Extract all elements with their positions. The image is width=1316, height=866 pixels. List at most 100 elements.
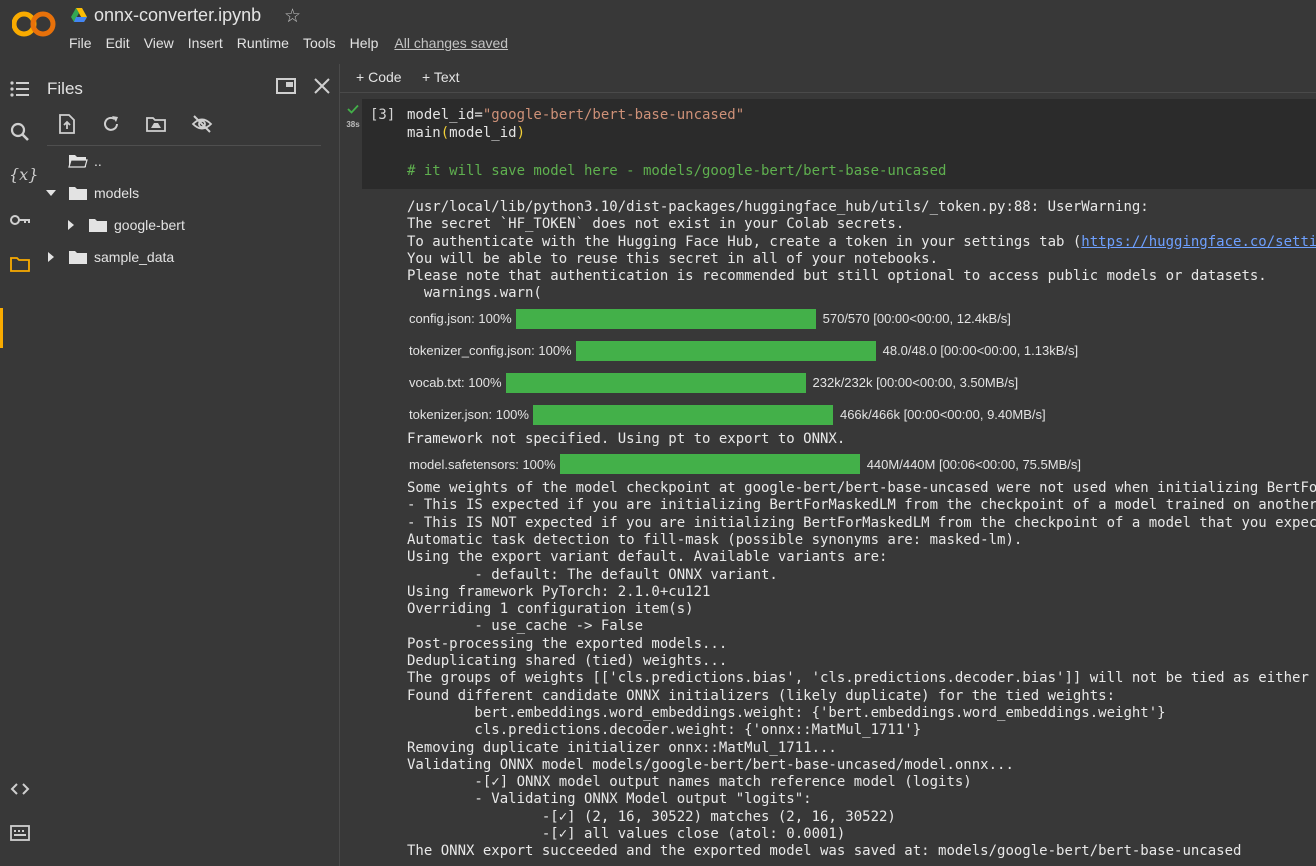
open-in-window-icon[interactable] — [275, 75, 297, 97]
tree-item-sample-data[interactable]: sample_data — [46, 246, 174, 268]
progress-row: model.safetensors: 100% 440M/440M [00:06<… — [407, 448, 1316, 480]
secrets-key-icon[interactable] — [9, 209, 31, 231]
star-icon[interactable]: ☆ — [284, 5, 301, 28]
top-header: onnx-converter.ipynb ☆ File Edit View In… — [0, 0, 1316, 64]
menu-runtime[interactable]: Runtime — [237, 35, 289, 51]
colab-logo-icon[interactable] — [12, 10, 56, 38]
folder-open-icon — [68, 155, 88, 168]
output-line: Found different candidate ONNX initializ… — [407, 687, 1116, 704]
execution-count: [3] — [370, 107, 396, 123]
files-panel-title: Files — [47, 79, 83, 98]
caret-right-icon[interactable] — [46, 252, 56, 262]
progress-label: tokenizer_config.json: 100% — [409, 343, 572, 359]
hide-hidden-files-icon[interactable] — [191, 113, 213, 135]
save-status-link[interactable]: All changes saved — [394, 35, 508, 51]
warning-block-2: You will be able to reuse this secret in… — [407, 251, 1316, 303]
left-icon-rail: {x} — [0, 64, 38, 866]
add-text-label: Text — [433, 69, 460, 85]
code-line-2: main(model_id) — [407, 125, 525, 141]
tree-item-label: google-bert — [114, 217, 185, 233]
cell-output: /usr/local/lib/python3.10/dist-packages/… — [407, 199, 1316, 866]
caret-down-icon[interactable] — [46, 188, 56, 198]
refresh-icon[interactable] — [100, 113, 122, 135]
menu-insert[interactable]: Insert — [188, 35, 223, 51]
progress-bar — [505, 372, 806, 393]
tree-item-label: .. — [94, 153, 102, 169]
tree-item-parent[interactable]: .. — [68, 150, 102, 172]
output-line: bert.embeddings.word_embeddings.weight: … — [407, 704, 1166, 721]
output-line: - Validating ONNX Model output "logits": — [407, 791, 812, 808]
folder-icon — [89, 219, 107, 232]
progress-group-2: model.safetensors: 100% 440M/440M [00:06<… — [407, 448, 1316, 480]
execution-time: 38s — [346, 120, 360, 129]
menu-help[interactable]: Help — [350, 35, 379, 51]
menu-edit[interactable]: Edit — [106, 35, 130, 51]
output-line: Validating ONNX model models/google-bert… — [407, 756, 1014, 773]
notebook-toolbar: + Code + Text — [340, 64, 1316, 93]
progress-bar — [559, 454, 860, 475]
progress-stats: 440M/440M [00:06<00:00, 75.5MB/s] — [866, 456, 1081, 472]
cell-run-status[interactable]: 38s — [343, 104, 363, 132]
mount-drive-icon[interactable] — [145, 113, 167, 135]
output-line: Using framework PyTorch: 2.1.0+cu121 — [407, 583, 711, 600]
progress-label: model.safetensors: 100% — [409, 456, 556, 472]
output-line: cls.predictions.decoder.weight: {'onnx::… — [407, 722, 922, 739]
progress-bar — [575, 340, 876, 361]
files-panel: Files .. models google-bert sample_data — [38, 64, 340, 866]
output-line: Deduplicating shared (tied) weights... — [407, 653, 728, 670]
add-code-cell-button[interactable]: + Code — [356, 69, 402, 85]
progress-stats: 232k/232k [00:00<00:00, 3.50MB/s] — [812, 375, 1019, 391]
files-icon[interactable] — [9, 253, 31, 275]
progress-stats: 48.0/48.0 [00:00<00:00, 1.13kB/s] — [882, 343, 1079, 359]
progress-stats: 570/570 [00:00<00:00, 12.4kB/s] — [822, 311, 1011, 327]
code-token: model_id= — [407, 107, 483, 123]
add-code-label: Code — [368, 69, 402, 85]
notebook-title[interactable]: onnx-converter.ipynb — [94, 5, 261, 26]
output-line: /usr/local/lib/python3.10/dist-packages/… — [407, 199, 1149, 215]
add-text-cell-button[interactable]: + Text — [422, 69, 460, 85]
code-cell-editor[interactable]: [3] model_id="google-bert/bert-base-unca… — [362, 99, 1316, 189]
variables-icon[interactable]: {x} — [9, 164, 38, 186]
warning-block-1: /usr/local/lib/python3.10/dist-packages/… — [407, 199, 1316, 234]
folder-icon — [69, 187, 87, 200]
auth-line: To authenticate with the Hugging Face Hu… — [407, 234, 1316, 251]
output-line: Automatic task detection to fill-mask (p… — [407, 531, 1023, 548]
output-line: Using the export variant default. Availa… — [407, 549, 888, 566]
output-line: The secret `HF_TOKEN` does not exist in … — [407, 216, 905, 233]
search-icon[interactable] — [9, 121, 31, 143]
output-line: The groups of weights [['cls.predictions… — [407, 670, 1309, 687]
settings-tokens-link[interactable]: https://huggingface.co/settings/tokens — [1081, 234, 1316, 250]
output-line: The ONNX export succeeded and the export… — [407, 843, 1242, 860]
code-paren: ( — [440, 125, 450, 141]
table-of-contents-icon[interactable] — [9, 78, 31, 100]
tree-item-google-bert[interactable]: google-bert — [66, 214, 185, 236]
progress-label: vocab.txt: 100% — [409, 375, 502, 391]
menu-file[interactable]: File — [69, 35, 92, 51]
notebook-area: + Code + Text 38s [3] model_id="google-b… — [340, 64, 1316, 866]
menu-view[interactable]: View — [144, 35, 174, 51]
code-string: "google-bert/bert-base-uncased" — [482, 107, 745, 123]
code-comment: # it will save model here - models/googl… — [407, 163, 947, 179]
progress-bar — [515, 308, 816, 329]
output-line: - This IS expected if you are initializi… — [407, 497, 1316, 514]
tree-item-label: models — [94, 185, 140, 201]
output-line: Overriding 1 configuration item(s) — [407, 601, 694, 618]
code-line-1: model_id="google-bert/bert-base-uncased" — [407, 107, 744, 123]
close-icon[interactable] — [311, 75, 333, 97]
output-line: - default: The default ONNX variant. — [407, 566, 778, 583]
code-snippets-icon[interactable] — [9, 778, 31, 800]
output-line: Post-processing the exported models... — [407, 635, 728, 652]
output-line: Some weights of the model checkpoint at … — [407, 480, 1316, 497]
output-text: To authenticate with the Hugging Face Hu… — [407, 233, 1082, 250]
menu-tools[interactable]: Tools — [303, 35, 336, 51]
tree-item-models[interactable]: models — [46, 182, 139, 204]
progress-row: vocab.txt: 100% 232k/232k [00:00<00:00, 3… — [407, 367, 1316, 399]
terminal-icon[interactable] — [9, 822, 31, 844]
menu-bar: File Edit View Insert Runtime Tools Help… — [69, 35, 508, 51]
progress-label: tokenizer.json: 100% — [409, 407, 529, 423]
caret-right-icon[interactable] — [66, 220, 76, 230]
progress-label: config.json: 100% — [409, 311, 512, 327]
progress-bar — [532, 404, 833, 425]
code-token: main — [407, 125, 441, 141]
upload-icon[interactable] — [56, 113, 78, 135]
